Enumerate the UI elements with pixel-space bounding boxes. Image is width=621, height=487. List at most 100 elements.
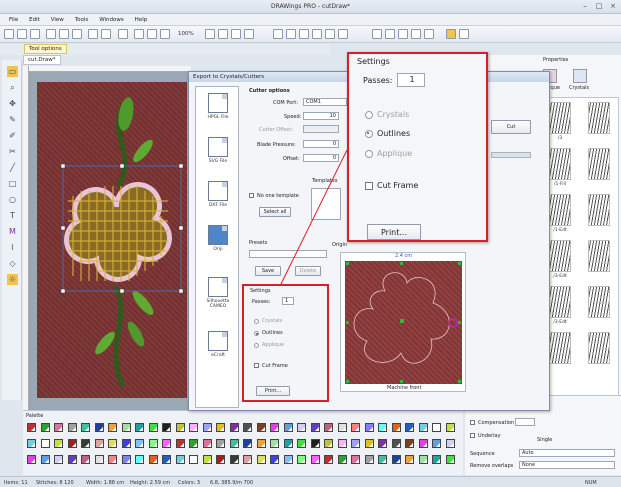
pattern-item[interactable] xyxy=(588,332,610,364)
palette-swatch[interactable] xyxy=(405,455,414,464)
print-icon[interactable] xyxy=(118,29,128,39)
palette-swatch[interactable] xyxy=(445,423,455,432)
palette-swatch[interactable] xyxy=(202,455,212,464)
pattern-item[interactable] xyxy=(549,102,571,134)
palette-swatch[interactable] xyxy=(256,423,266,432)
palette-swatch[interactable] xyxy=(324,423,333,432)
palette-swatch[interactable] xyxy=(351,439,360,448)
pattern-item[interactable] xyxy=(549,240,571,272)
palette-swatch[interactable] xyxy=(405,423,414,432)
com-port-select[interactable]: COM1 xyxy=(303,98,347,106)
palette-swatch[interactable] xyxy=(351,423,360,432)
pattern-item[interactable] xyxy=(588,148,610,180)
knife-tool-icon[interactable]: ✂ xyxy=(7,146,18,157)
underlay-checkbox[interactable] xyxy=(470,433,475,438)
palette-swatch[interactable] xyxy=(216,423,225,432)
palette-swatch[interactable] xyxy=(121,423,131,432)
palette-swatch[interactable] xyxy=(54,423,63,432)
palette-swatch[interactable] xyxy=(229,439,239,448)
pen-tool-icon[interactable]: ✎ xyxy=(7,114,18,125)
remove-overlaps-select[interactable]: None xyxy=(519,461,615,469)
palette-swatch[interactable] xyxy=(432,455,441,464)
compensation-field[interactable] xyxy=(515,418,535,426)
palette-swatch[interactable] xyxy=(135,439,144,448)
palette-swatch[interactable] xyxy=(229,423,239,432)
palette-swatch[interactable] xyxy=(378,439,387,448)
palette-swatch[interactable] xyxy=(216,439,225,448)
palette-swatch[interactable] xyxy=(391,455,401,464)
zoom-tool-icon[interactable]: ⌕ xyxy=(7,82,18,93)
rectangle-tool-icon[interactable]: □ xyxy=(7,178,18,189)
format-ecraft[interactable]: eCraft xyxy=(204,331,232,358)
templates-list[interactable] xyxy=(311,188,341,220)
palette-swatch[interactable] xyxy=(54,455,63,464)
palette-swatch[interactable] xyxy=(202,423,212,432)
brush-tool-icon[interactable]: ✐ xyxy=(7,130,18,141)
palette-swatch[interactable] xyxy=(351,455,360,464)
align-top-icon[interactable] xyxy=(312,29,322,39)
outlines-radio-small[interactable] xyxy=(254,331,259,336)
palette-swatch[interactable] xyxy=(310,423,320,432)
combine-icon[interactable] xyxy=(244,29,254,39)
crystal-tool-icon[interactable]: ◇ xyxy=(7,258,18,269)
palette-swatch[interactable] xyxy=(391,423,401,432)
pen-tool-icon[interactable] xyxy=(446,29,456,39)
close-icon[interactable]: × xyxy=(606,1,620,12)
new-file-icon[interactable] xyxy=(4,29,14,39)
save-icon[interactable] xyxy=(30,29,40,39)
print-button-small[interactable]: Print... xyxy=(256,386,290,396)
palette-swatch[interactable] xyxy=(54,439,63,448)
no-template-checkbox[interactable] xyxy=(249,193,254,198)
palette-swatch[interactable] xyxy=(108,423,117,432)
palette-swatch[interactable] xyxy=(121,439,131,448)
palette-swatch[interactable] xyxy=(297,423,306,432)
palette-swatch[interactable] xyxy=(243,439,252,448)
stitch-tool-icon[interactable]: ⌇ xyxy=(7,242,18,253)
palette-swatch[interactable] xyxy=(81,423,90,432)
zoom-fit-icon[interactable] xyxy=(160,29,170,39)
group-icon[interactable] xyxy=(218,29,228,39)
palette-swatch[interactable] xyxy=(108,439,117,448)
palette-swatch[interactable] xyxy=(40,455,50,464)
palette-swatch[interactable] xyxy=(364,439,374,448)
order-icon[interactable] xyxy=(385,29,395,39)
palette-swatch[interactable] xyxy=(148,439,158,448)
format-dxf[interactable]: DXF File xyxy=(204,181,232,208)
palette-swatch[interactable] xyxy=(162,439,171,448)
palette-swatch[interactable] xyxy=(445,455,455,464)
menu-windows[interactable]: Windows xyxy=(99,17,124,23)
zoom-in-icon[interactable] xyxy=(134,29,144,39)
menu-tools[interactable]: Tools xyxy=(75,17,89,23)
line-tool-icon[interactable]: ╱ xyxy=(7,162,18,173)
rotate-icon[interactable] xyxy=(411,29,421,39)
palette-swatch[interactable] xyxy=(189,439,198,448)
palette-swatch[interactable] xyxy=(94,439,104,448)
crystals-radio-small[interactable] xyxy=(254,319,259,324)
palette-swatch[interactable] xyxy=(81,439,90,448)
settings-small-passes-field[interactable]: 1 xyxy=(282,297,294,305)
palette-swatch[interactable] xyxy=(391,439,401,448)
minimize-icon[interactable]: – xyxy=(578,1,592,12)
ungroup-icon[interactable] xyxy=(231,29,241,39)
blade-pressure-field[interactable]: 0 xyxy=(303,140,339,148)
palette-swatch[interactable] xyxy=(148,455,158,464)
palette-swatch[interactable] xyxy=(337,423,347,432)
align-right-icon[interactable] xyxy=(299,29,309,39)
applique-radio-small[interactable] xyxy=(254,343,259,348)
crystals-icon[interactable] xyxy=(573,69,587,83)
palette-swatch[interactable] xyxy=(40,439,50,448)
palette-swatch[interactable] xyxy=(310,455,320,464)
node-icon[interactable] xyxy=(205,29,215,39)
document-tab[interactable]: cut.Draw* xyxy=(23,55,61,65)
palette-swatch[interactable] xyxy=(310,439,320,448)
palette-swatch[interactable] xyxy=(148,423,158,432)
palette-swatch[interactable] xyxy=(297,439,306,448)
sequence-select[interactable]: Auto xyxy=(519,449,615,457)
palette-swatch[interactable] xyxy=(81,455,90,464)
palette-swatch[interactable] xyxy=(67,455,77,464)
palette-swatch[interactable] xyxy=(27,455,36,464)
cut-preview[interactable]: 2.4 cm Machine front xyxy=(340,252,466,392)
palette-swatch[interactable] xyxy=(432,439,441,448)
palette-swatch[interactable] xyxy=(94,455,104,464)
palette-swatch[interactable] xyxy=(418,423,428,432)
